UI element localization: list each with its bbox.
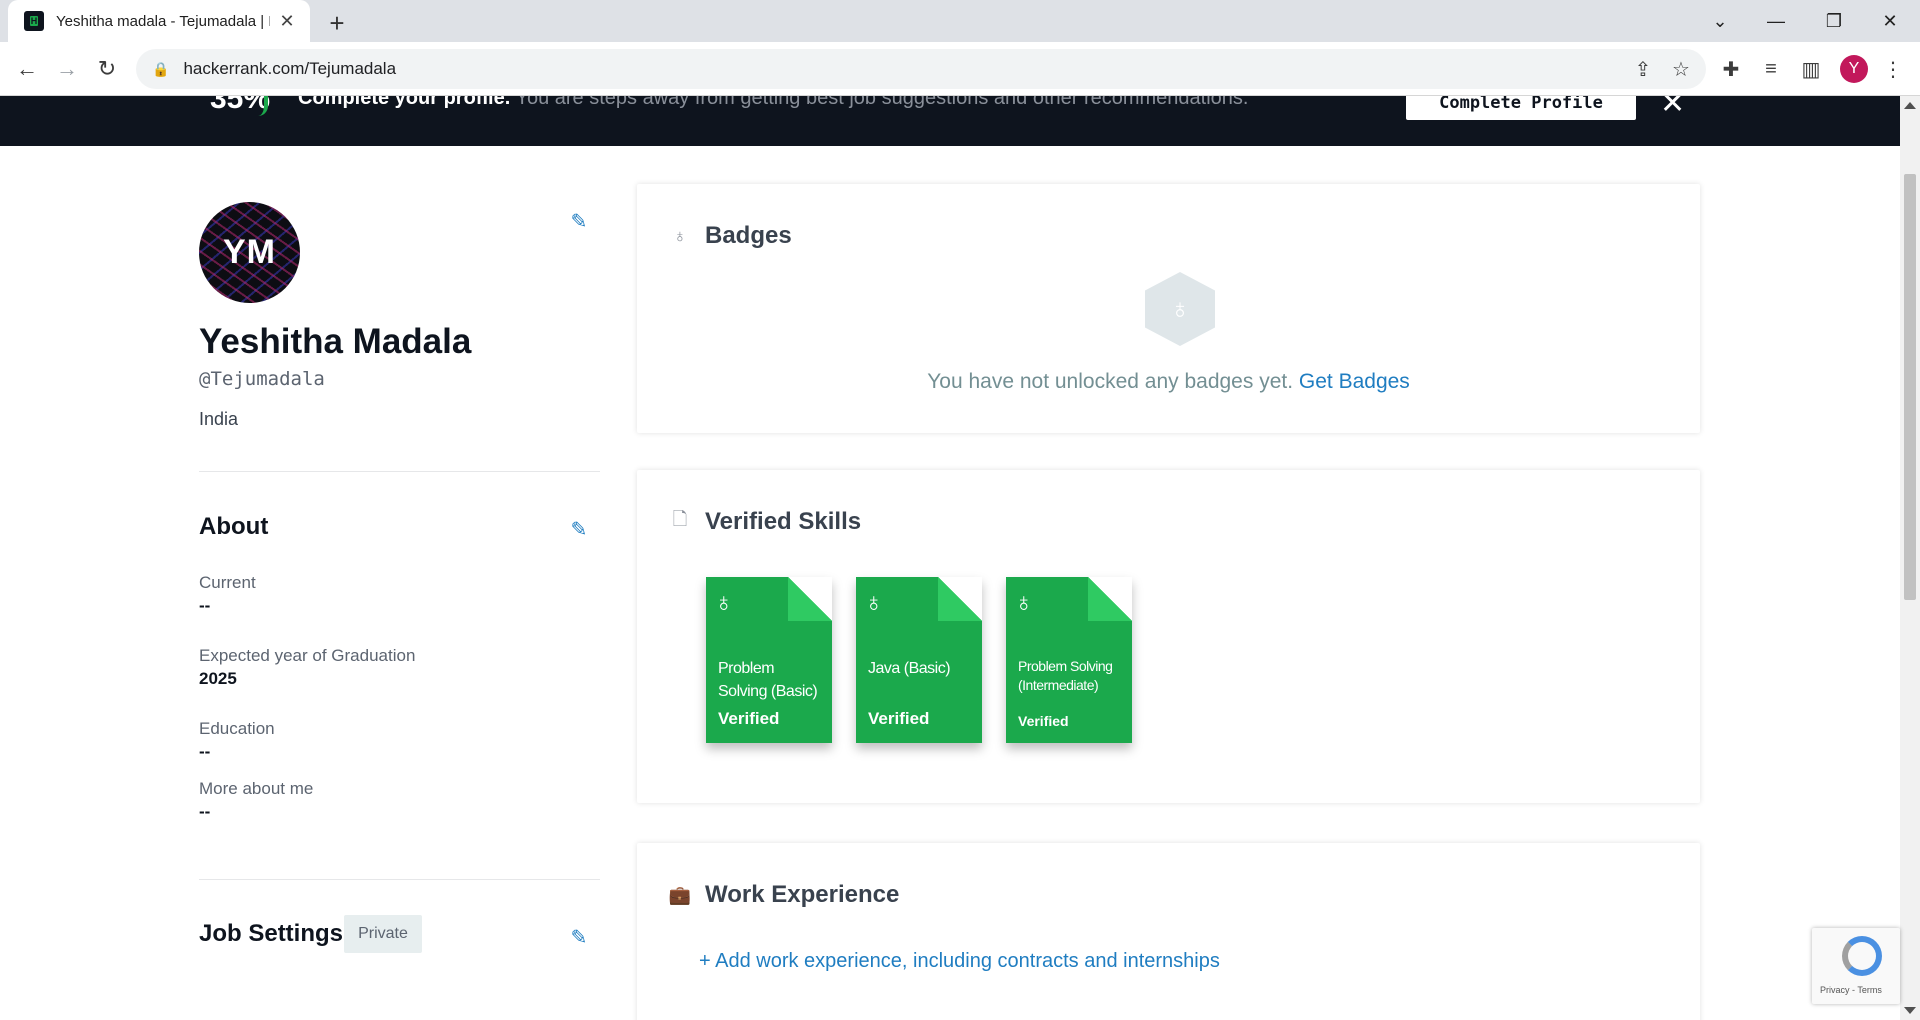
bookmark-star-icon[interactable]: ☆	[1668, 56, 1694, 82]
badges-title: Badges	[705, 222, 792, 249]
scrollbar-thumb[interactable]	[1904, 174, 1916, 600]
visibility-badge: Private	[344, 915, 422, 953]
minimize-button[interactable]: —	[1748, 0, 1804, 42]
completion-subtext: You are steps away from getting best job…	[515, 96, 1249, 109]
ribbon-icon: ♁	[1014, 587, 1034, 617]
briefcase-icon: 💼	[668, 884, 692, 905]
close-window-button[interactable]: ✕	[1862, 0, 1918, 42]
completion-message: Complete your profile. You are steps awa…	[298, 96, 1248, 110]
badge-ribbon-icon: ♁	[673, 225, 687, 246]
back-button[interactable]: ←	[12, 54, 42, 84]
hackerrank-favicon-icon: H	[24, 11, 44, 31]
badges-header: ♁ Badges	[669, 222, 792, 250]
graduation-value: 2025	[199, 669, 237, 688]
current-label: Current	[199, 573, 256, 592]
profile-handle: @Tejumadala	[199, 368, 325, 390]
work-experience-header: 💼 Work Experience	[668, 881, 900, 909]
more-about-value: --	[199, 802, 211, 821]
extensions-icon[interactable]: ✚	[1718, 56, 1744, 82]
job-settings-title: Job Settings	[199, 920, 344, 947]
recaptcha-text[interactable]: Privacy - Terms	[1820, 985, 1882, 995]
lock-icon: 🔒	[152, 60, 170, 77]
browser-toolbar: ← → ↻ 🔒 hackerrank.com/Tejumadala ⇪ ☆ ✚ …	[0, 42, 1920, 96]
media-control-icon[interactable]: ≡	[1758, 56, 1784, 82]
verified-skills-title: Verified Skills	[705, 508, 862, 535]
avatar: YM	[199, 202, 300, 303]
browser-tab[interactable]: H Yeshitha madala - Tejumadala | HackerR…	[8, 0, 310, 42]
profile-page: YM ✎ Yeshitha Madala @Tejumadala India A…	[0, 146, 1900, 1020]
tab-search-icon[interactable]: ⌄	[1692, 0, 1748, 42]
work-experience-title: Work Experience	[705, 881, 900, 908]
empty-badge-hexagon-icon: ♁	[1145, 272, 1215, 346]
share-icon[interactable]: ⇪	[1630, 56, 1656, 82]
page-scrollbar[interactable]	[1900, 96, 1920, 1020]
completion-headline: Complete your profile.	[298, 96, 511, 109]
badges-empty-text: You have not unlocked any badges yet.	[927, 370, 1294, 393]
skill-name: Problem Solving (Basic)	[718, 660, 818, 700]
browser-tabstrip: H Yeshitha madala - Tejumadala | HackerR…	[0, 0, 1920, 42]
skill-certificate-problem-solving-basic[interactable]: ♁ Problem Solving (Basic) Verified	[706, 577, 832, 743]
scroll-down-icon[interactable]	[1904, 1007, 1916, 1014]
skill-certificate-java-basic[interactable]: ♁ Java (Basic) Verified	[856, 577, 982, 743]
url-text: hackerrank.com/Tejumadala	[183, 59, 397, 78]
skill-status: Verified	[718, 709, 780, 728]
get-badges-link[interactable]: Get Badges	[1299, 370, 1410, 393]
skill-status: Verified	[1018, 713, 1069, 729]
ribbon-icon: ♁	[714, 587, 734, 617]
profile-name: Yeshitha Madala	[199, 322, 472, 361]
edit-job-settings-icon[interactable]: ✎	[568, 926, 590, 949]
browser-profile-avatar[interactable]: Y	[1840, 55, 1868, 83]
scroll-up-icon[interactable]	[1904, 102, 1916, 109]
profile-completion-banner: 35% Complete your profile. You are steps…	[0, 96, 1900, 146]
verified-skills-header: 🗋 Verified Skills	[669, 508, 861, 536]
recaptcha-badge[interactable]: Privacy - Terms	[1812, 928, 1900, 1004]
work-experience-card: 💼 Work Experience + Add work experience,…	[637, 843, 1700, 1020]
more-about-label: More about me	[199, 779, 314, 798]
forward-button[interactable]: →	[52, 54, 82, 84]
verified-skills-card: 🗋 Verified Skills ♁ Problem Solving (Bas…	[637, 470, 1700, 803]
current-value: --	[199, 596, 211, 615]
close-banner-icon[interactable]: ✕	[1660, 96, 1685, 121]
skill-certificate-problem-solving-intermediate[interactable]: ♁ Problem Solving (Intermediate) Verifie…	[1006, 577, 1132, 743]
edit-profile-icon[interactable]: ✎	[568, 210, 590, 233]
new-tab-button[interactable]: +	[322, 8, 352, 38]
education-value: --	[199, 742, 211, 761]
badges-empty-message: You have not unlocked any badges yet. Ge…	[637, 370, 1700, 394]
tab-close-icon[interactable]: ✕	[276, 10, 298, 32]
education-label: Education	[199, 719, 275, 738]
page-viewport: 35% Complete your profile. You are steps…	[0, 96, 1900, 1020]
restore-button[interactable]: ❐	[1806, 0, 1862, 42]
divider	[199, 471, 600, 472]
complete-profile-button[interactable]: Complete Profile	[1406, 96, 1636, 120]
badges-card: ♁ Badges ♁ You have not unlocked any bad…	[637, 184, 1700, 433]
divider	[199, 879, 600, 880]
certificate-icon: 🗋	[672, 509, 688, 529]
about-title: About	[199, 513, 269, 540]
edit-about-icon[interactable]: ✎	[568, 518, 590, 541]
avatar-initials: YM	[223, 233, 276, 271]
skill-name: Java (Basic)	[868, 660, 951, 677]
skill-status: Verified	[868, 709, 930, 728]
ribbon-icon: ♁	[864, 587, 884, 617]
reload-button[interactable]: ↻	[92, 54, 122, 84]
add-work-experience-link[interactable]: + Add work experience, including contrac…	[699, 950, 1220, 973]
tab-title: Yeshitha madala - Tejumadala | HackerRan…	[56, 12, 270, 30]
address-bar[interactable]: 🔒 hackerrank.com/Tejumadala	[136, 49, 1706, 89]
recaptcha-logo-icon	[1842, 936, 1882, 976]
side-panel-icon[interactable]: ▥	[1798, 56, 1824, 82]
skill-name: Problem Solving (Intermediate)	[1018, 658, 1113, 693]
graduation-label: Expected year of Graduation	[199, 646, 416, 665]
browser-menu-icon[interactable]: ⋮	[1880, 56, 1906, 82]
profile-country: India	[199, 409, 239, 429]
